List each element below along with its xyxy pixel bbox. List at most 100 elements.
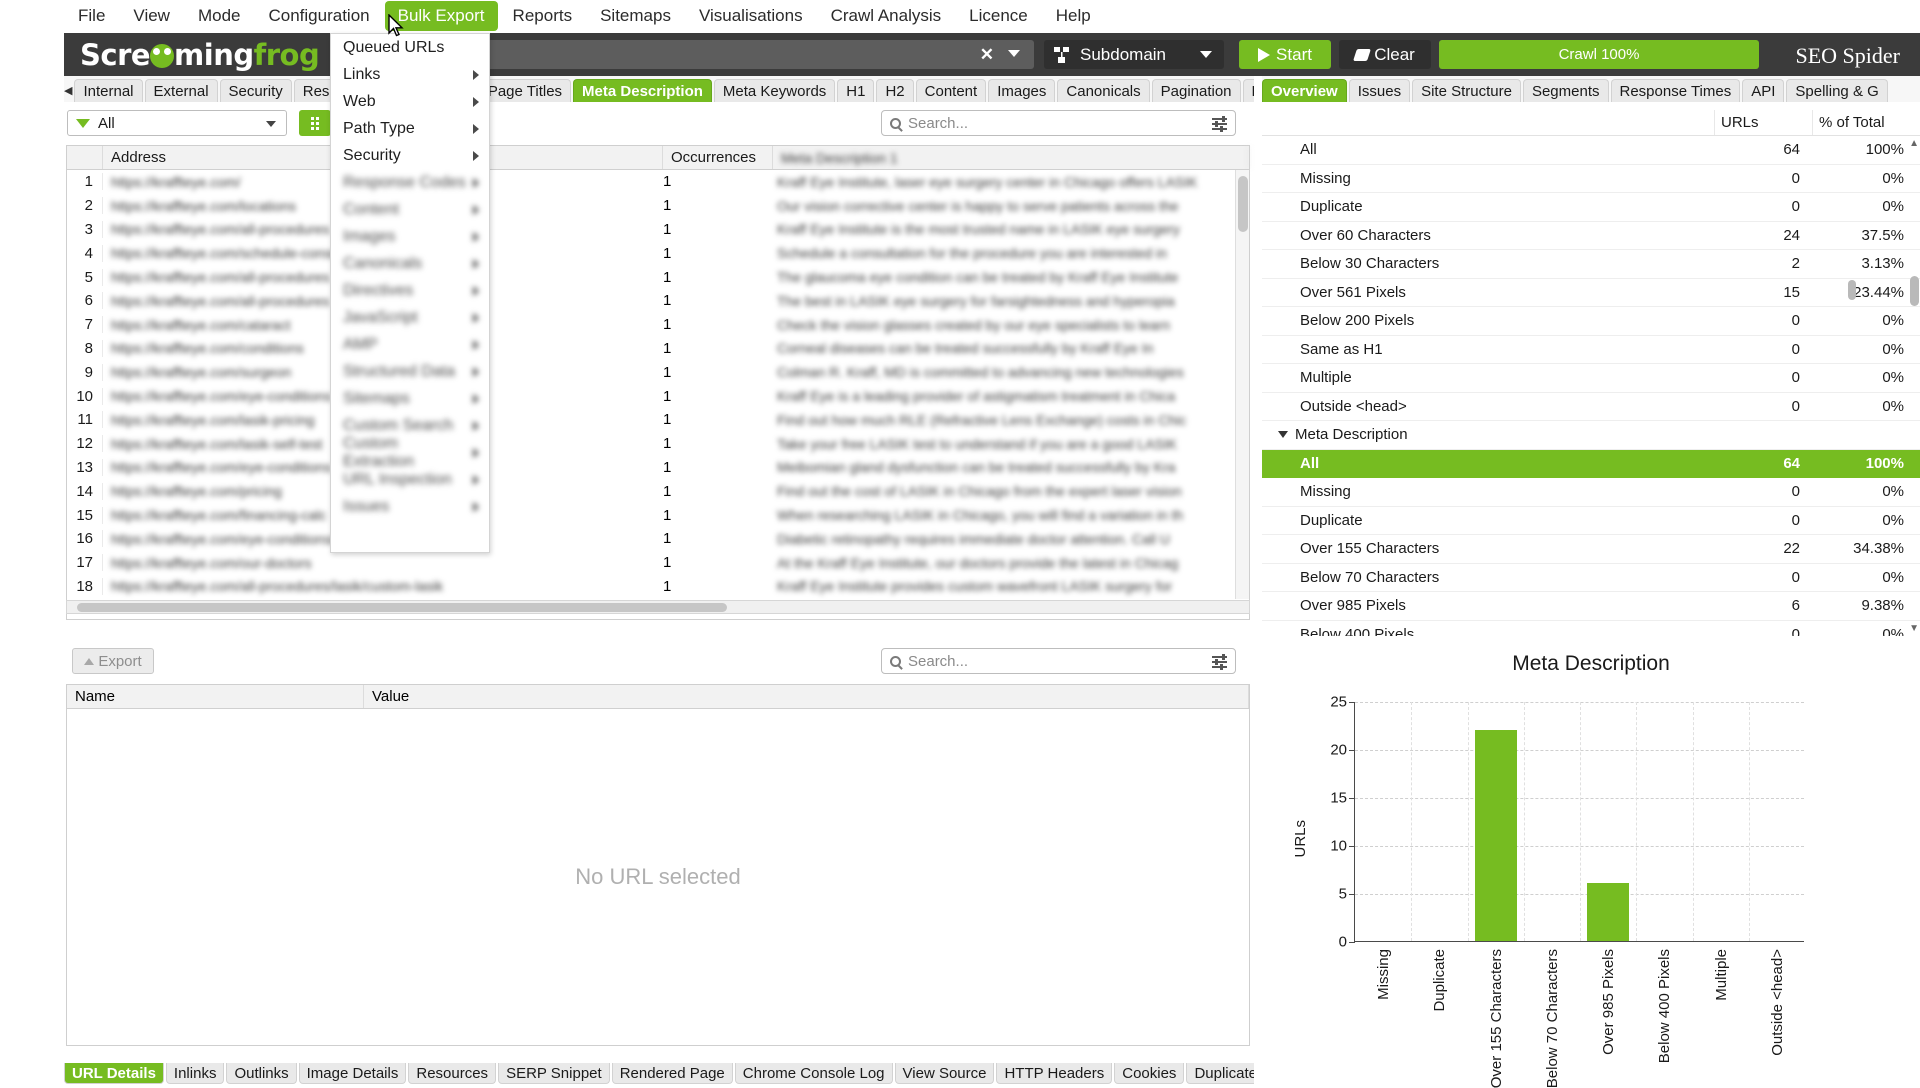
dropdown-item-queued-urls[interactable]: Queued URLs <box>331 34 489 61</box>
scroll-thumb[interactable] <box>1910 276 1919 306</box>
cell-meta-description[interactable]: Colman R. Kraff, MD is committed to adva… <box>773 364 1249 380</box>
scroll-down-icon[interactable]: ▼ <box>1909 623 1919 634</box>
cell-meta-description[interactable]: Find out how much RLE (Refractive Lens E… <box>773 412 1249 428</box>
cell-meta-description[interactable]: The best in LASIK eye surgery for farsig… <box>773 293 1249 309</box>
menu-item-crawl-analysis[interactable]: Crawl Analysis <box>818 1 955 31</box>
overview-row[interactable]: Over 155 Characters 22 34.38% <box>1262 535 1920 564</box>
menu-item-view[interactable]: View <box>120 1 183 31</box>
dropdown-item-security[interactable]: Security <box>331 142 489 169</box>
overview-row[interactable]: Missing 0 0% <box>1262 165 1920 193</box>
menu-item-file[interactable]: File <box>65 1 118 31</box>
table-row[interactable]: 18 https://kraffteye.com/all-procedures/l… <box>67 575 1249 599</box>
bottom-tab-view-source[interactable]: View Source <box>894 1063 995 1084</box>
tab-meta-keywords[interactable]: Meta Keywords <box>713 79 836 102</box>
bottom-tab-resources[interactable]: Resources <box>408 1063 497 1084</box>
cell-meta-description[interactable]: Our vision corrective center is happy to… <box>773 198 1249 214</box>
bottom-tab-inlinks[interactable]: Inlinks <box>165 1063 225 1084</box>
dropdown-item-javascript[interactable]: JavaScript <box>331 304 489 331</box>
tab-content[interactable]: Content <box>915 79 987 102</box>
overview-row[interactable]: Same as H1 0 0% <box>1262 336 1920 364</box>
right-tab-overview[interactable]: Overview <box>1262 79 1347 102</box>
cell-occurrences[interactable]: 1 <box>663 530 773 547</box>
cell-occurrences[interactable]: 1 <box>663 173 773 190</box>
tab-security[interactable]: Security <box>219 79 292 102</box>
close-icon[interactable]: ✕ <box>980 45 994 65</box>
tab-internal[interactable]: Internal <box>74 79 143 102</box>
cell-meta-description[interactable]: Kraff Eye Institute, laser eye surgery c… <box>773 174 1249 190</box>
dropdown-item-custom-extraction[interactable]: Custom Extraction <box>331 435 489 470</box>
cell-meta-description[interactable]: Diabetic retinopathy requires immediate … <box>773 531 1249 547</box>
overview-row[interactable]: Below 200 Pixels 0 0% <box>1262 307 1920 336</box>
dropdown-item-web[interactable]: Web <box>331 88 489 115</box>
tab-h2[interactable]: H2 <box>876 79 914 102</box>
cell-meta-description[interactable]: Check the vision glasses created by our … <box>773 317 1249 333</box>
table-horizontal-scrollbar[interactable] <box>66 600 1250 614</box>
cell-meta-description[interactable]: Kraff Eye Institute is the most trusted … <box>773 221 1249 237</box>
chevron-down-icon[interactable] <box>1008 50 1020 57</box>
overview-row[interactable]: Below 70 Characters 0 0% <box>1262 564 1920 592</box>
tab-scroll-left-icon[interactable]: ◀ <box>64 78 72 102</box>
cell-occurrences[interactable]: 1 <box>663 340 773 357</box>
scroll-thumb[interactable] <box>77 603 727 612</box>
lower-search-input[interactable]: Search... <box>881 648 1236 674</box>
scroll-thumb[interactable] <box>1238 176 1248 232</box>
table-row[interactable]: 3 https://kraffteye.com/all-procedures 1 Kr… <box>67 218 1249 242</box>
filter-dropdown[interactable]: All <box>67 110 287 136</box>
bottom-tab-http-headers[interactable]: HTTP Headers <box>996 1063 1113 1084</box>
right-tab-response-times[interactable]: Response Times <box>1610 79 1741 102</box>
table-row[interactable]: 15 https://kraffteye.com/financing-calc 1 W… <box>67 503 1249 527</box>
table-row[interactable]: 11 https://kraffteye.com/lasik-pricing 1 Fi… <box>67 408 1249 432</box>
scroll-up-icon[interactable]: ▲ <box>1909 138 1919 149</box>
table-row[interactable]: 4 https://kraffteye.com/schedule-consulta… <box>67 241 1249 265</box>
tab-canonicals[interactable]: Canonicals <box>1057 79 1150 102</box>
table-row[interactable]: 7 https://kraffteye.com/cataract 1 Check th… <box>67 313 1249 337</box>
overview-row[interactable]: Over 60 Characters 24 37.5% <box>1262 222 1920 250</box>
right-tab-issues[interactable]: Issues <box>1348 79 1411 102</box>
dropdown-item-issues[interactable]: Issues <box>331 493 489 520</box>
cell-address[interactable]: https://kraffteye.com/our-doctors <box>103 555 663 571</box>
overview-row[interactable]: Duplicate 0 0% <box>1262 193 1920 222</box>
bottom-tab-cookies[interactable]: Cookies <box>1114 1063 1185 1084</box>
menu-item-licence[interactable]: Licence <box>956 1 1041 31</box>
table-row[interactable]: 5 https://kraffteye.com/all-procedures 1 Th… <box>67 265 1249 289</box>
menu-item-visualisations[interactable]: Visualisations <box>686 1 816 31</box>
overview-row[interactable]: Over 561 Pixels 15 23.44% <box>1262 279 1920 307</box>
dropdown-item-directives[interactable]: Directives <box>331 277 489 304</box>
tab-h1[interactable]: H1 <box>837 79 875 102</box>
start-button[interactable]: Start <box>1239 40 1331 69</box>
cell-meta-description[interactable]: Take your free LASIK test to understand … <box>773 436 1249 452</box>
dropdown-item-url-inspection[interactable]: URL Inspection <box>331 466 489 493</box>
table-row[interactable]: 9 https://kraffteye.com/surgeon 1 Colman R.… <box>67 360 1249 384</box>
overview-scrollbar[interactable]: ▲ ▼ <box>1908 136 1920 636</box>
bottom-tab-rendered-page[interactable]: Rendered Page <box>611 1063 733 1084</box>
cell-meta-description[interactable]: At the Kraff Eye Institute, our doctors … <box>773 555 1249 571</box>
chart-bar[interactable] <box>1474 729 1517 941</box>
overview-row[interactable]: Over 985 Pixels 6 9.38% <box>1262 592 1920 621</box>
cell-meta-description[interactable]: Meibomian gland dysfunction can be treat… <box>773 459 1249 475</box>
search-settings-icon[interactable] <box>1212 654 1227 670</box>
cell-occurrences[interactable]: 1 <box>663 483 773 500</box>
dropdown-item-content[interactable]: Content <box>331 196 489 223</box>
bottom-tab-duplicate-detail[interactable]: Duplicate Detail <box>1186 1063 1254 1084</box>
bottom-tab-outlinks[interactable]: Outlinks <box>226 1063 297 1084</box>
menu-item-reports[interactable]: Reports <box>500 1 586 31</box>
menu-item-mode[interactable]: Mode <box>185 1 254 31</box>
search-input[interactable]: Search... <box>881 110 1236 136</box>
cell-occurrences[interactable]: 1 <box>663 221 773 238</box>
tab-images[interactable]: Images <box>988 79 1056 102</box>
tab-meta-description[interactable]: Meta Description <box>573 79 712 102</box>
table-row[interactable]: 12 https://kraffteye.com/lasik-self-test 1… <box>67 432 1249 456</box>
grid-view-button[interactable] <box>299 110 331 136</box>
bulk-export-dropdown-menu[interactable]: Queued URLs Links Web Path Type Security Resp… <box>330 33 490 553</box>
overview-row[interactable]: Below 400 Pixels 0 0% <box>1262 621 1920 636</box>
chevron-down-icon[interactable] <box>1278 431 1288 439</box>
col-value[interactable]: Value <box>364 685 1249 708</box>
cell-occurrences[interactable]: 1 <box>663 316 773 333</box>
overview-row[interactable]: Duplicate 0 0% <box>1262 507 1920 535</box>
table-row[interactable]: 2 https://kraffteye.com/locations 1 Our vis… <box>67 194 1249 218</box>
cell-meta-description[interactable]: When researching LASIK in Chicago, you w… <box>773 507 1249 523</box>
bottom-tab-url-details[interactable]: URL Details <box>64 1063 164 1084</box>
tab-directives[interactable]: Directives <box>1242 79 1254 102</box>
cell-occurrences[interactable]: 1 <box>663 269 773 286</box>
table-row[interactable]: 13 https://kraffteye.com/eye-conditions 1 M… <box>67 456 1249 480</box>
